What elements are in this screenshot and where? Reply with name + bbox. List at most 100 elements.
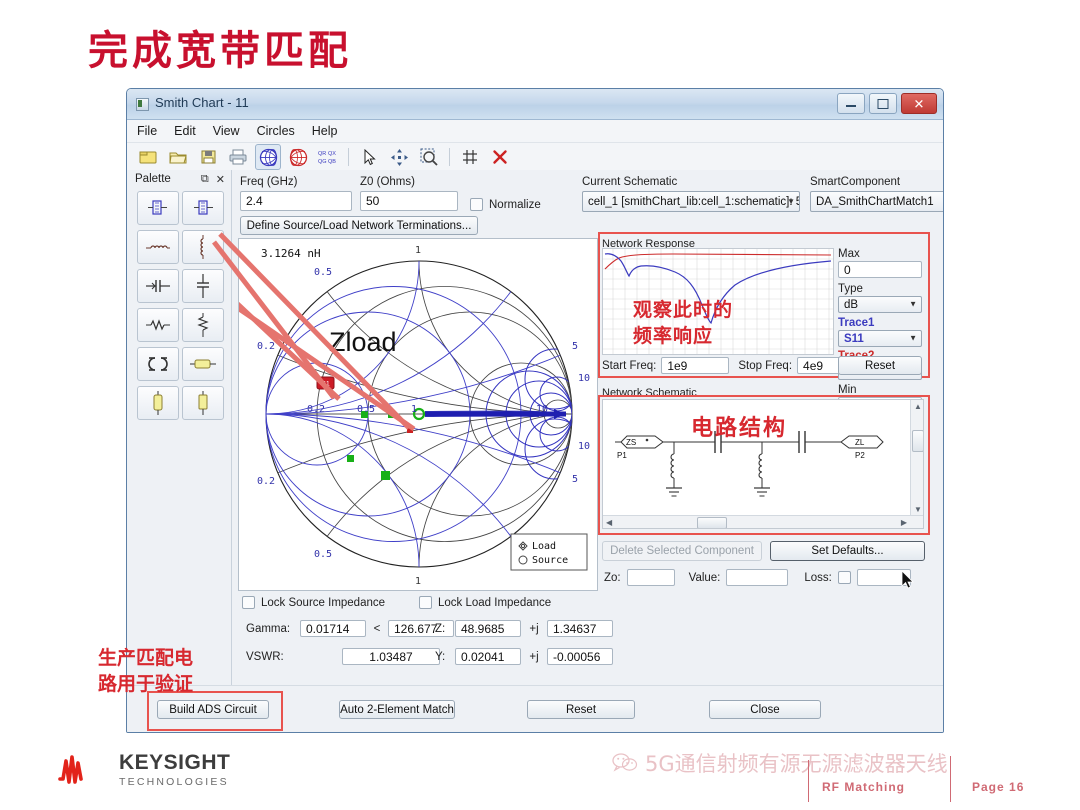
- max-label: Max: [838, 248, 860, 260]
- svg-text:ZS: ZS: [626, 438, 636, 447]
- minimize-button[interactable]: [837, 93, 865, 114]
- lock-source-group[interactable]: Lock Source Impedance: [242, 596, 385, 609]
- toolbar: QR QX QG QB: [127, 143, 943, 172]
- trace1-combo[interactable]: S11 ▼: [838, 329, 922, 347]
- menu-item-help[interactable]: Help: [312, 124, 338, 138]
- shunt-resistor-icon[interactable]: [181, 308, 224, 342]
- svg-text:0.2: 0.2: [257, 476, 275, 487]
- type-label: Type: [838, 282, 863, 295]
- series-resistor-icon[interactable]: [136, 308, 179, 342]
- freq-input[interactable]: [240, 191, 352, 211]
- z0-field-group: Z0 (Ohms): [360, 176, 458, 211]
- series-inductor-icon[interactable]: [136, 230, 179, 264]
- grid-icon[interactable]: [457, 144, 483, 170]
- schematic-vscrollbar[interactable]: ▲ ▼: [910, 400, 923, 528]
- reset-button[interactable]: Reset: [527, 700, 635, 719]
- scroll-down-icon[interactable]: ▼: [914, 505, 922, 514]
- open-stub-icon[interactable]: [136, 347, 179, 381]
- smith-chart-y-icon[interactable]: [285, 144, 311, 170]
- shunt-component-2-icon[interactable]: [181, 386, 224, 420]
- z0-input[interactable]: [360, 191, 458, 211]
- scroll-up-icon[interactable]: ▲: [914, 402, 922, 411]
- maximize-button[interactable]: [869, 93, 897, 114]
- value-input[interactable]: [726, 569, 789, 586]
- schematic-hscroll-thumb[interactable]: [697, 517, 727, 528]
- svg-text:5: 5: [572, 474, 578, 485]
- left-annotation-line2: 路用于验证: [98, 672, 194, 695]
- gamma-mag-input[interactable]: [300, 620, 366, 637]
- y-real-input[interactable]: [455, 648, 521, 665]
- print-icon[interactable]: [225, 144, 251, 170]
- close-icon[interactable]: ✕: [216, 173, 225, 186]
- schematic-vscroll-thumb[interactable]: [912, 430, 923, 452]
- shunt-inductor-icon[interactable]: [181, 230, 224, 264]
- gamma-row: Gamma: <: [246, 620, 454, 637]
- smith-chart-plot[interactable]: S1 1 0.5 0.2 0.2 0.5 1 0.2 0.5 1 10 5 10…: [238, 238, 598, 591]
- gamma-angle-separator: <: [373, 622, 381, 635]
- smith-chart-z-icon[interactable]: [255, 144, 281, 170]
- series-capacitor-icon[interactable]: [136, 269, 179, 303]
- shunt-capacitor-icon[interactable]: [181, 269, 224, 303]
- smith-chart-zy-icon[interactable]: QR QX QG QB: [315, 144, 341, 170]
- start-freq-input[interactable]: [661, 357, 730, 374]
- smartcomponent-combo[interactable]: DA_SmithChartMatch1 ▼: [810, 191, 943, 212]
- left-annotation: 生产匹配电 路用于验证: [98, 646, 238, 697]
- svg-text:1: 1: [415, 245, 421, 256]
- pointer-icon[interactable]: [356, 144, 382, 170]
- new-file-icon[interactable]: [135, 144, 161, 170]
- network-schematic-plot[interactable]: ZS P1 ZL P2 电路结构 ▲ ▼ ◀ ▶: [602, 399, 924, 529]
- transmission-line-icon[interactable]: [181, 347, 224, 381]
- menu-item-view[interactable]: View: [213, 124, 240, 138]
- open-folder-icon[interactable]: [165, 144, 191, 170]
- max-input[interactable]: [838, 261, 922, 278]
- palette-grid: [134, 191, 224, 420]
- auto-2-element-match-button[interactable]: Auto 2-Element Match: [339, 700, 455, 719]
- scroll-left-icon[interactable]: ◀: [606, 518, 612, 527]
- current-schematic-combo[interactable]: cell_1 [smithChart_lib:cell_1:schematic]…: [582, 191, 800, 212]
- y-imag-input[interactable]: [547, 648, 613, 665]
- svg-text:0.2: 0.2: [307, 404, 325, 415]
- z-separator: +j: [529, 622, 539, 635]
- lock-load-group[interactable]: Lock Load Impedance: [419, 596, 551, 609]
- lock-source-checkbox[interactable]: [242, 596, 255, 609]
- save-icon[interactable]: [195, 144, 221, 170]
- window-controls: ✕: [837, 93, 937, 114]
- build-ads-circuit-button[interactable]: Build ADS Circuit: [157, 700, 269, 719]
- delete-selected-component-button[interactable]: Delete Selected Component: [602, 541, 762, 561]
- network-response-plot[interactable]: 观察此时的 频率响应: [602, 248, 834, 355]
- undock-icon[interactable]: ⧉: [201, 173, 209, 186]
- menu-item-file[interactable]: File: [137, 124, 157, 138]
- schematic-hscrollbar[interactable]: ◀ ▶: [603, 515, 923, 528]
- define-terminations-button[interactable]: Define Source/Load Network Terminations.…: [240, 216, 478, 235]
- set-defaults-button[interactable]: Set Defaults...: [770, 541, 925, 561]
- smartcomponent-group: SmartComponent DA_SmithChartMatch1 ▼: [810, 176, 943, 212]
- toolbar-separator: [348, 148, 349, 166]
- vswr-input[interactable]: [342, 648, 440, 665]
- z-real-input[interactable]: [455, 620, 521, 637]
- series-block-1-icon[interactable]: [136, 191, 179, 225]
- menu-item-circles[interactable]: Circles: [257, 124, 295, 138]
- scroll-right-icon[interactable]: ▶: [901, 518, 907, 527]
- zo-input[interactable]: [626, 569, 675, 586]
- close-button[interactable]: ✕: [901, 93, 937, 114]
- close-dialog-button[interactable]: Close: [709, 700, 821, 719]
- vswr-row: VSWR:: [246, 648, 440, 665]
- normalize-checkbox-group[interactable]: Normalize: [470, 198, 541, 211]
- menu-item-edit[interactable]: Edit: [174, 124, 196, 138]
- zoom-region-icon[interactable]: [416, 144, 442, 170]
- response-annotation-line1: 观察此时的: [633, 299, 734, 321]
- move-icon[interactable]: [386, 144, 412, 170]
- z-imag-input[interactable]: [547, 620, 613, 637]
- window-body: Palette ⧉ ✕ Freq (GHz) 2.4 Z0 (Ohms) 50 …: [127, 170, 943, 732]
- svg-text:10: 10: [536, 404, 548, 415]
- loss-checkbox[interactable]: [837, 571, 851, 584]
- lock-load-checkbox[interactable]: [419, 596, 432, 609]
- response-reset-button[interactable]: Reset: [838, 356, 922, 375]
- normalize-checkbox[interactable]: [470, 198, 483, 211]
- shunt-component-icon[interactable]: [136, 386, 179, 420]
- series-block-2-icon[interactable]: [181, 191, 224, 225]
- delete-icon[interactable]: [487, 144, 513, 170]
- svg-text:QX: QX: [328, 151, 336, 157]
- type-combo[interactable]: dB ▼: [838, 295, 922, 313]
- keysight-name: KEYSIGHT: [119, 751, 231, 774]
